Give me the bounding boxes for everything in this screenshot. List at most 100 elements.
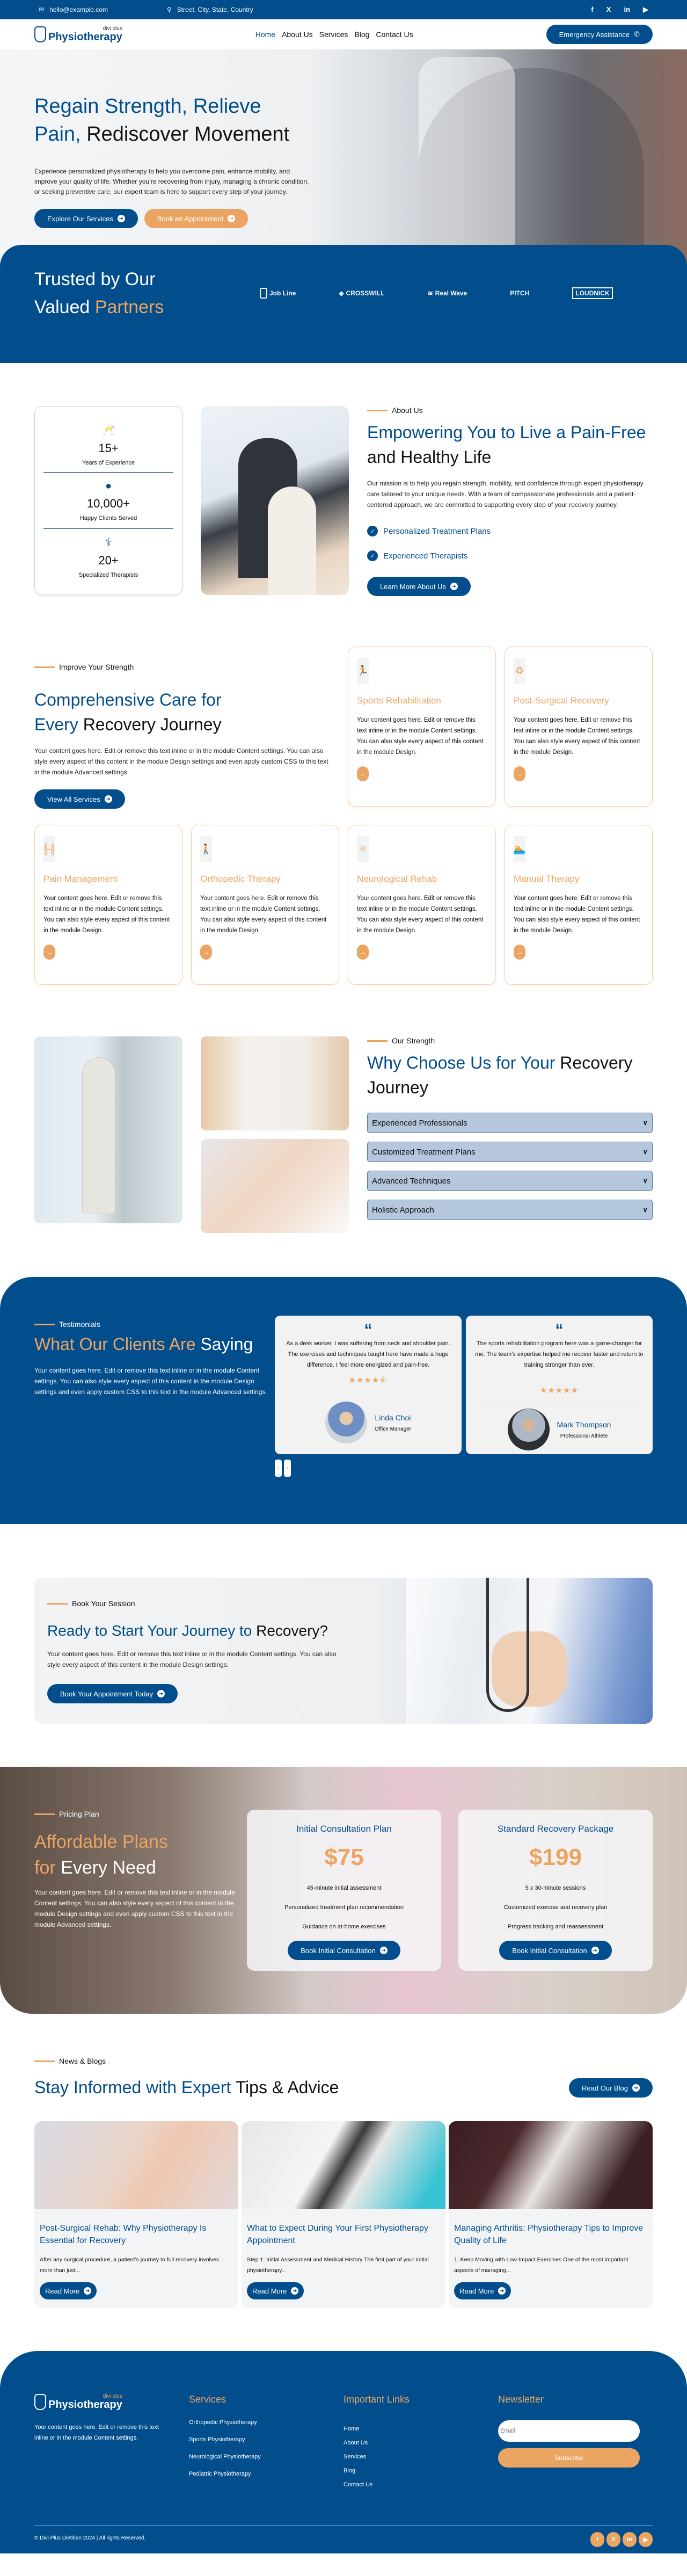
book-appointment-button[interactable]: Book an Appointment ➜ bbox=[144, 209, 249, 228]
accordion-item[interactable]: Customized Treatment Plans ∨ bbox=[367, 1142, 653, 1162]
mail-icon: ✉ bbox=[39, 6, 45, 13]
linkedin-icon[interactable]: in bbox=[623, 2532, 637, 2547]
blog-image[interactable] bbox=[449, 2121, 653, 2209]
footer-service-link[interactable]: Sports Physiotherapy bbox=[189, 2436, 344, 2454]
top-bar: ✉ hello@example.com ⚲ Street, City, State,… bbox=[0, 0, 687, 19]
arrow-right-icon[interactable]: → bbox=[357, 945, 369, 960]
arrow-right-icon[interactable]: → bbox=[200, 945, 212, 960]
avatar bbox=[507, 1409, 550, 1450]
facebook-icon[interactable]: f bbox=[591, 5, 593, 14]
chevron-left-icon[interactable]: ‹ bbox=[275, 1460, 282, 1477]
user-icon: ● bbox=[105, 480, 112, 492]
nav-services[interactable]: Services bbox=[319, 30, 348, 39]
logo-hand-icon bbox=[34, 26, 46, 42]
services-eyebrow: Improve Your Strength bbox=[34, 663, 332, 671]
partner-logo: ≋ Real Wave bbox=[427, 289, 467, 297]
book-initial-consultation-button[interactable]: Book Initial Consultation ➜ bbox=[288, 1941, 400, 1960]
youtube-icon[interactable]: ▶ bbox=[639, 2532, 653, 2547]
email-info[interactable]: ✉ hello@example.com bbox=[39, 6, 108, 13]
footer-link-services[interactable]: Services bbox=[344, 2454, 498, 2468]
read-more-button[interactable]: Read More ➜ bbox=[454, 2282, 511, 2299]
accordion-item[interactable]: Experienced Professionals ∨ bbox=[367, 1113, 653, 1133]
service-card[interactable]: 🏃 Sports Rehabilitation Your content goes … bbox=[348, 647, 496, 807]
blog-title: Stay Informed with Expert Tips & Advice bbox=[34, 2078, 339, 2097]
book-recovery-package-button[interactable]: Book Initial Consultation ➜ bbox=[499, 1941, 612, 1960]
learn-more-button[interactable]: Learn More About Us ➜ bbox=[367, 577, 471, 596]
footer-newsletter: Newsletter Subscribe bbox=[498, 2394, 653, 2495]
emergency-assistance-button[interactable]: Emergency Assistance ✆ bbox=[546, 25, 653, 44]
service-card[interactable]: ⚛ Neurological Rehab Your content goes her… bbox=[348, 825, 496, 985]
nav-contact[interactable]: Contact Us bbox=[376, 30, 413, 39]
nav-home[interactable]: Home bbox=[255, 30, 275, 39]
newsletter-email-input[interactable] bbox=[498, 2420, 640, 2442]
partner-logos: Job Line ◈ CROSSWILL ≋ Real Wave PITCH LOU… bbox=[260, 287, 613, 299]
therapist-image bbox=[201, 406, 349, 595]
chevron-down-icon: ∨ bbox=[642, 1148, 648, 1156]
subscribe-button[interactable]: Subscribe bbox=[498, 2448, 640, 2468]
why-choose-section: Our Strength Why Choose Us for Your Reco… bbox=[0, 1036, 687, 1233]
footer-link-home[interactable]: Home bbox=[344, 2426, 498, 2440]
service-card[interactable]: ♻ Post-Surgical Recovery Your content goes… bbox=[505, 647, 653, 807]
view-all-services-button[interactable]: View All Services ➜ bbox=[34, 789, 125, 809]
arrow-right-icon[interactable]: → bbox=[357, 766, 369, 781]
blog-post-title[interactable]: Managing Arthritis: Physiotherapy Tips t… bbox=[454, 2222, 647, 2247]
blog-card: Managing Arthritis: Physiotherapy Tips t… bbox=[449, 2121, 653, 2308]
footer-logo[interactable]: divi plus Physiotherapy bbox=[34, 2394, 189, 2410]
pricing-title: Affordable Plans for Every Need bbox=[34, 1832, 168, 1878]
service-card[interactable]: 🏊 Manual Therapy Your content goes here. E… bbox=[505, 825, 653, 985]
blog-post-title[interactable]: What to Expect During Your First Physiot… bbox=[247, 2222, 440, 2247]
service-card[interactable]: 🚶 Orthopedic Therapy Your content goes her… bbox=[191, 825, 339, 985]
accordion-item[interactable]: Advanced Techniques ∨ bbox=[367, 1171, 653, 1191]
check-circle-icon: ✓ bbox=[367, 550, 378, 561]
footer-bottom: © Divi Plus Dietitian 2024 | All rights … bbox=[34, 2525, 653, 2547]
main-nav: divi plus Physiotherapy Home About Us Ser… bbox=[0, 19, 687, 49]
why-accordion: Experienced Professionals ∨ Customized Tr… bbox=[367, 1113, 653, 1220]
footer-link-about[interactable]: About Us bbox=[344, 2440, 498, 2454]
crosswill-logo-icon: ◈ bbox=[339, 289, 344, 297]
x-twitter-icon[interactable]: X bbox=[606, 5, 611, 14]
footer-link-contact[interactable]: Contact Us bbox=[344, 2481, 498, 2495]
read-our-blog-button[interactable]: Read Our Blog ➜ bbox=[569, 2078, 653, 2098]
arrow-right-icon[interactable]: → bbox=[514, 945, 525, 960]
youtube-icon[interactable]: ▶ bbox=[643, 5, 648, 14]
accordion-item[interactable]: Holistic Approach ∨ bbox=[367, 1200, 653, 1220]
footer-link-blog[interactable]: Blog bbox=[344, 2468, 498, 2481]
about-title: Empowering You to Live a Pain-Free and H… bbox=[367, 423, 646, 467]
footer-service-link[interactable]: Orthopedic Physiotherapy bbox=[189, 2419, 344, 2436]
services-text: Your content goes here. Edit or remove t… bbox=[34, 747, 328, 776]
hero-text: Experience personalized physiotherapy to… bbox=[34, 168, 309, 195]
arrow-right-icon[interactable]: → bbox=[514, 766, 525, 781]
dumbbell-icon: ╟╢ bbox=[42, 836, 56, 862]
check-circle-icon: ✓ bbox=[367, 526, 378, 536]
blog-card: Post-Surgical Rehab: Why Physiotherapy I… bbox=[34, 2121, 238, 2308]
site-logo[interactable]: divi plus Physiotherapy bbox=[34, 26, 122, 42]
blog-image[interactable] bbox=[34, 2121, 238, 2209]
stat-item: 🥂 15+ Years of Experience bbox=[43, 417, 173, 473]
nav-about[interactable]: About Us bbox=[282, 30, 313, 39]
about-section: 🥂 15+ Years of Experience ● 10,000+ Happy Cl… bbox=[0, 406, 687, 596]
blog-post-title[interactable]: Post-Surgical Rehab: Why Physiotherapy I… bbox=[40, 2222, 233, 2247]
footer-service-link[interactable]: Pediatric Physiotherapy bbox=[189, 2471, 344, 2488]
quote-icon: “ bbox=[364, 1321, 372, 1339]
x-twitter-icon[interactable]: X bbox=[606, 2532, 620, 2547]
nav-blog[interactable]: Blog bbox=[354, 30, 369, 39]
facebook-icon[interactable]: f bbox=[590, 2532, 604, 2547]
partner-logo: ◈ CROSSWILL bbox=[339, 289, 385, 297]
book-appointment-today-button[interactable]: Book Your Appointment Today ➜ bbox=[47, 1684, 178, 1703]
linkedin-icon[interactable]: in bbox=[624, 5, 630, 14]
about-text: Our mission is to help you regain streng… bbox=[367, 480, 644, 509]
award-icon: 🥂 bbox=[101, 424, 115, 437]
read-more-button[interactable]: Read More ➜ bbox=[40, 2282, 97, 2299]
testimonials-eyebrow: Testimonials bbox=[34, 1320, 275, 1329]
testimonials-text: Your content goes here. Edit or remove t… bbox=[34, 1367, 267, 1396]
running-icon: 🏃 bbox=[357, 658, 369, 684]
stats-card: 🥂 15+ Years of Experience ● 10,000+ Happy Cl… bbox=[34, 406, 182, 595]
footer-service-link[interactable]: Neurological Physiotherapy bbox=[189, 2454, 344, 2471]
read-more-button[interactable]: Read More ➜ bbox=[247, 2282, 304, 2299]
cta-eyebrow: Book Your Session bbox=[47, 1599, 640, 1608]
arrow-right-icon[interactable]: → bbox=[43, 945, 55, 960]
blog-image[interactable] bbox=[242, 2121, 445, 2209]
chevron-right-icon[interactable]: › bbox=[284, 1460, 291, 1477]
explore-services-button[interactable]: Explore Our Services ➜ bbox=[34, 209, 138, 228]
service-card[interactable]: ╟╢ Pain Management Your content goes here.… bbox=[34, 825, 182, 985]
